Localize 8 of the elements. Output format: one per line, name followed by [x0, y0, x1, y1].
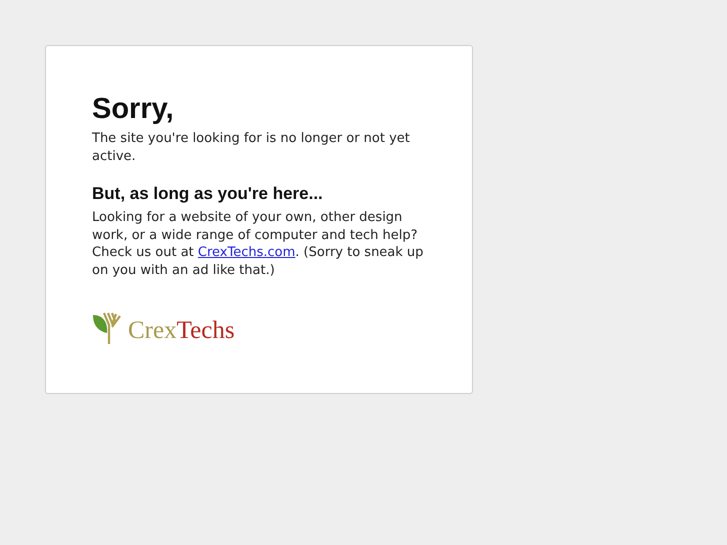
logo-text: Crex	[128, 317, 177, 344]
intro-text: The site you're looking for is no longer or not yet active.	[92, 130, 411, 165]
logo-text: Techs	[176, 317, 235, 344]
subheading: But, as long as you're here...	[92, 183, 324, 205]
site-link[interactable]: CrexTechs.com	[198, 245, 296, 260]
leaf-logo-icon	[92, 311, 124, 345]
heading: Sorry,	[92, 92, 175, 127]
pitch-text: Looking for a website of your own, other design work, or a wide range of computer and tech help? Check us out at CrexTechs.com. (Sorry to sneak up on you with an ad like that.)	[92, 209, 424, 279]
